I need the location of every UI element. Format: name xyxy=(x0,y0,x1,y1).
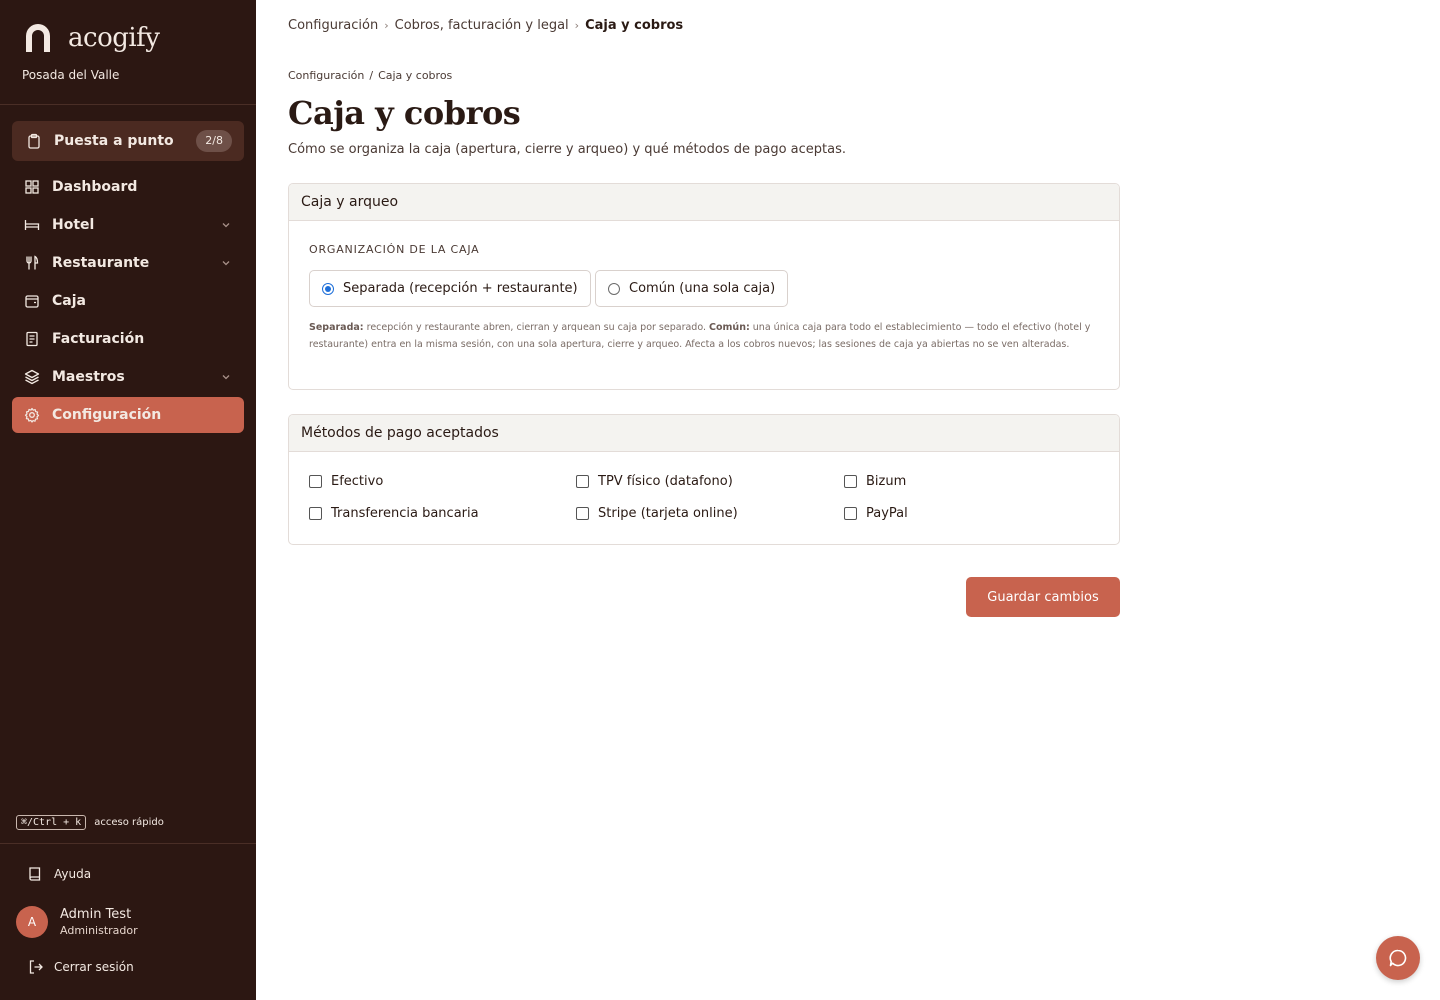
card-title: Métodos de pago aceptados xyxy=(289,415,1119,452)
checkbox[interactable] xyxy=(309,475,322,488)
gear-icon xyxy=(24,407,40,423)
radio-selected[interactable] xyxy=(322,282,334,295)
checkbox-bizum[interactable]: Bizum xyxy=(844,474,906,489)
checkbox-label: Efectivo xyxy=(331,474,384,489)
sidebar-item-dashboard[interactable]: Dashboard xyxy=(12,169,244,205)
radio-option-separada[interactable]: Separada (recepción + restaurante) xyxy=(309,270,591,307)
layers-icon xyxy=(24,369,40,385)
checkbox-paypal[interactable]: PayPal xyxy=(844,506,908,521)
help-text: recepción y restaurante abren, cierran y… xyxy=(363,322,710,333)
sidebar-item-restaurante[interactable]: Restaurante xyxy=(12,245,244,281)
sidebar-item-label: Maestros xyxy=(52,369,125,385)
sidebar-item-label: Configuración xyxy=(52,407,162,423)
help-lead: Común: xyxy=(709,322,750,333)
book-icon xyxy=(29,867,41,881)
logout-button[interactable]: Cerrar sesión xyxy=(28,959,134,975)
avatar: A xyxy=(16,906,48,938)
setup-count-badge: 2/8 xyxy=(196,130,232,152)
sidebar-divider xyxy=(0,843,256,844)
sub-breadcrumb-item[interactable]: Configuración xyxy=(288,69,364,82)
breadcrumb-item[interactable]: Cobros, facturación y legal xyxy=(395,18,569,33)
radio-label: Común (una sola caja) xyxy=(629,281,776,296)
chat-button[interactable] xyxy=(1376,936,1420,980)
checkbox-label: Stripe (tarjeta online) xyxy=(598,506,738,521)
card-title: Caja y arqueo xyxy=(289,184,1119,221)
cash-organization-help: Separada: recepción y restaurante abren,… xyxy=(309,320,1099,353)
breadcrumb-current: Caja y cobros xyxy=(585,18,684,33)
radio-unselected[interactable] xyxy=(608,282,620,295)
save-button[interactable]: Guardar cambios xyxy=(966,577,1120,617)
sidebar-item-label: Facturación xyxy=(52,331,145,347)
acogify-logo-icon xyxy=(26,24,50,52)
cash-register-card: Caja y arqueo ORGANIZACIÓN DE LA CAJA Se… xyxy=(288,183,1120,390)
chevron-down-icon xyxy=(222,223,230,228)
user-name: Admin Test xyxy=(60,907,132,922)
setup-label: Puesta a punto xyxy=(54,133,174,149)
checkbox[interactable] xyxy=(309,507,322,520)
setup-progress-item[interactable]: Puesta a punto 2/8 xyxy=(12,121,244,161)
help-link[interactable]: Ayuda xyxy=(28,866,91,882)
shortcut-key: ⌘/Ctrl + k xyxy=(16,815,87,830)
checkbox-label: PayPal xyxy=(866,506,908,521)
receipt-icon xyxy=(26,331,38,347)
radio-option-comun[interactable]: Común (una sola caja) xyxy=(595,270,789,307)
quick-access-hint[interactable]: ⌘/Ctrl + k acceso rápido xyxy=(16,815,164,830)
sidebar-item-maestros[interactable]: Maestros xyxy=(12,359,244,395)
checkbox[interactable] xyxy=(576,475,589,488)
page-title: Caja y cobros xyxy=(288,94,521,132)
chevron-down-icon xyxy=(222,375,230,380)
bed-icon xyxy=(24,220,40,230)
checkbox[interactable] xyxy=(844,475,857,488)
wallet-icon xyxy=(25,295,39,308)
breadcrumb-separator: / xyxy=(369,69,374,82)
breadcrumb-item[interactable]: Configuración xyxy=(288,18,378,33)
checkbox[interactable] xyxy=(844,507,857,520)
sidebar-item-facturacion[interactable]: Facturación xyxy=(12,321,244,357)
sidebar-item-label: Restaurante xyxy=(52,255,150,271)
sub-breadcrumb-current: Caja y cobros xyxy=(378,69,453,82)
sub-breadcrumb: Configuración / Caja y cobros xyxy=(288,69,452,82)
sidebar-item-hotel[interactable]: Hotel xyxy=(12,207,244,243)
checkbox-efectivo[interactable]: Efectivo xyxy=(309,474,383,489)
payment-methods-card: Métodos de pago aceptados Efectivo TPV f… xyxy=(288,414,1120,545)
help-lead: Separada: xyxy=(309,322,364,333)
section-label: ORGANIZACIÓN DE LA CAJA xyxy=(309,243,480,256)
user-profile[interactable]: A Admin Test Administrador xyxy=(16,906,138,938)
checkbox-stripe[interactable]: Stripe (tarjeta online) xyxy=(576,506,738,521)
shortcut-text: acceso rápido xyxy=(94,817,164,828)
checkbox-label: Transferencia bancaria xyxy=(331,506,479,521)
checkbox-tpv[interactable]: TPV físico (datafono) xyxy=(576,474,733,489)
breadcrumb-separator: › xyxy=(574,19,580,32)
clipboard-icon xyxy=(28,133,40,149)
cutlery-icon xyxy=(26,255,39,270)
chevron-down-icon xyxy=(222,261,230,266)
checkbox-transferencia[interactable]: Transferencia bancaria xyxy=(309,506,479,521)
sidebar-item-label: Caja xyxy=(52,293,86,309)
radio-label: Separada (recepción + restaurante) xyxy=(343,281,578,296)
help-label: Ayuda xyxy=(54,867,92,881)
sidebar: acogify Posada del Valle Puesta a punto … xyxy=(0,0,256,1000)
checkbox-label: TPV físico (datafono) xyxy=(598,474,733,489)
sidebar-item-caja[interactable]: Caja xyxy=(12,283,244,319)
sidebar-item-configuracion[interactable]: Configuración xyxy=(12,397,244,433)
sidebar-divider xyxy=(0,104,256,105)
grid-icon xyxy=(25,180,39,194)
user-role: Administrador xyxy=(60,924,138,937)
brand-logo[interactable]: acogify xyxy=(22,22,160,54)
hotel-name: Posada del Valle xyxy=(22,68,120,82)
breadcrumb: Configuración › Cobros, facturación y le… xyxy=(288,18,683,33)
sidebar-item-label: Hotel xyxy=(52,217,95,233)
brand-name: acogify xyxy=(68,23,160,53)
checkbox-label: Bizum xyxy=(866,474,907,489)
page-subtitle: Cómo se organiza la caja (apertura, cier… xyxy=(288,142,846,157)
breadcrumb-separator: › xyxy=(384,19,389,32)
chat-bubble-icon xyxy=(1389,949,1407,967)
sidebar-item-label: Dashboard xyxy=(52,179,138,195)
checkbox[interactable] xyxy=(576,507,589,520)
logout-label: Cerrar sesión xyxy=(54,960,134,974)
logout-icon xyxy=(29,960,43,974)
